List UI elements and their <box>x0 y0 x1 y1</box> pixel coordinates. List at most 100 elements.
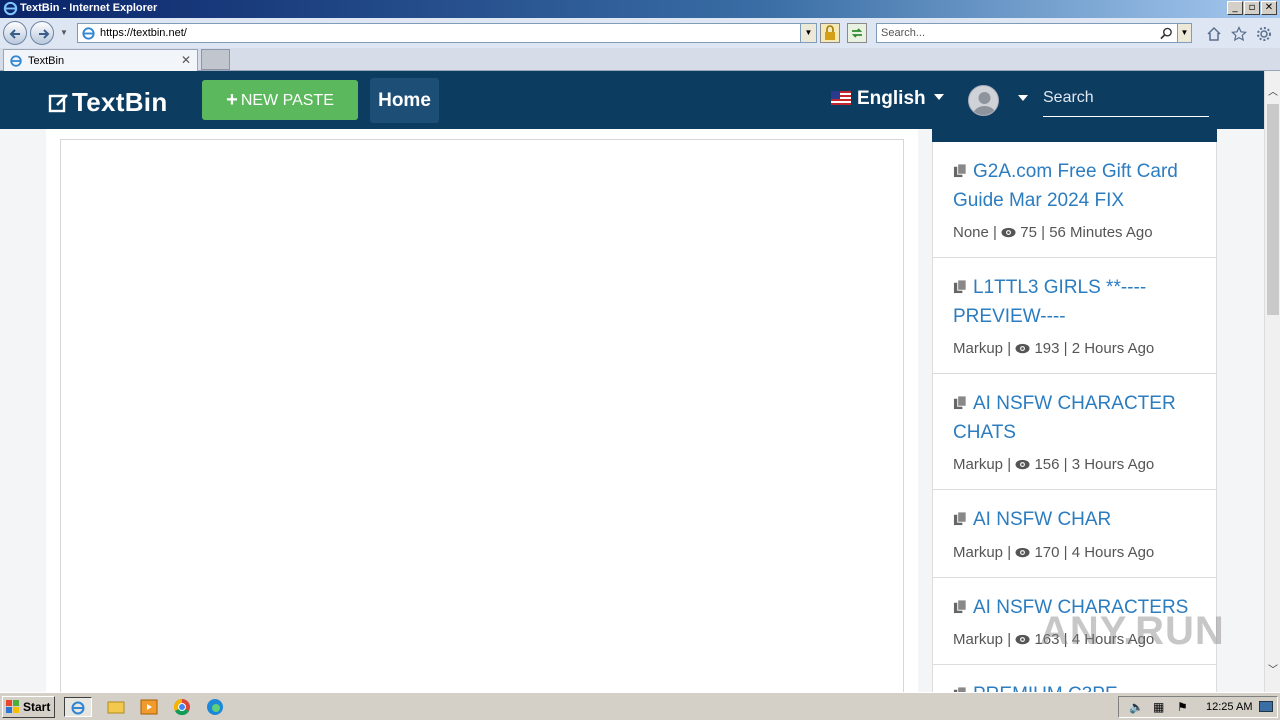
window-title: TextBin - Internet Explorer <box>20 2 158 14</box>
back-button[interactable] <box>3 21 27 45</box>
chrome-icon[interactable] <box>170 697 194 717</box>
folder-icon[interactable] <box>104 697 128 717</box>
copy-icon <box>953 279 967 294</box>
page-scrollbar[interactable]: ︿ ﹀ <box>1264 71 1280 692</box>
paste-age: 56 Minutes Ago <box>1049 224 1153 241</box>
paste-views: 75 <box>1020 224 1037 241</box>
maximize-button[interactable]: ▫ <box>1244 1 1260 15</box>
plus-icon: + <box>226 89 238 111</box>
minimize-button[interactable]: _ <box>1227 1 1243 15</box>
eye-icon <box>1015 634 1030 645</box>
paste-title-link[interactable]: PREMIUM C3PE KONTEN 2024 <box>953 681 1196 692</box>
paste-meta: None | 75 | 56 Minutes Ago <box>953 224 1153 241</box>
start-button[interactable]: Start <box>2 696 55 718</box>
paste-title-link[interactable]: AI NSFW CHARACTER CHATS <box>953 390 1196 447</box>
paste-title: AI NSFW CHAR <box>973 509 1112 530</box>
language-selector[interactable]: English <box>831 88 944 110</box>
site-search-input[interactable]: Search <box>1043 83 1209 117</box>
paste-age: 2 Hours Ago <box>1071 340 1155 357</box>
paste-item: G2A.com Free Gift Card Guide Mar 2024 FI… <box>932 142 1217 258</box>
flag-icon[interactable]: ⚑ <box>1177 700 1188 714</box>
window-titlebar: TextBin - Internet Explorer _ ▫ ✕ <box>0 0 1280 18</box>
close-window-button[interactable]: ✕ <box>1261 1 1277 15</box>
show-desktop-icon[interactable] <box>1259 701 1273 712</box>
ie-page-icon <box>82 27 95 40</box>
refresh-icon <box>851 28 863 38</box>
watermark: ANY.RUN <box>1040 609 1225 653</box>
paste-views: 193 <box>1034 340 1060 357</box>
address-url: https://textbin.net/ <box>100 27 187 39</box>
new-paste-button[interactable]: + NEW PASTE <box>202 80 358 120</box>
paste-title: L1TTL3 GIRLS **----PREVIEW---- <box>953 277 1147 327</box>
site-logo[interactable]: TextBin <box>48 87 168 117</box>
browser-search-box[interactable]: Search... ▼ <box>876 23 1192 43</box>
scroll-down-icon[interactable]: ﹀ <box>1265 663 1280 679</box>
paste-title-link[interactable]: AI NSFW CHAR <box>953 506 1196 535</box>
user-avatar-icon <box>973 92 996 115</box>
paste-item: PREMIUM C3PE KONTEN 2024 <box>932 665 1217 692</box>
paste-syntax: Markup <box>953 456 1004 473</box>
language-label: English <box>857 88 926 109</box>
paste-syntax: Markup <box>953 340 1004 357</box>
scroll-up-icon[interactable]: ︿ <box>1265 85 1280 101</box>
scrollbar-thumb[interactable] <box>1267 104 1279 315</box>
paste-age: 4 Hours Ago <box>1071 543 1155 561</box>
network-icon[interactable]: ▦ <box>1153 700 1164 714</box>
copy-icon <box>953 395 967 410</box>
paste-title-link[interactable]: L1TTL3 GIRLS **----PREVIEW---- <box>953 274 1196 331</box>
content-panel <box>46 129 918 692</box>
refresh-button[interactable] <box>847 23 867 43</box>
taskbar-clock: 12:25 AM <box>1206 701 1253 713</box>
back-arrow-icon <box>9 29 20 39</box>
new-tab-button[interactable] <box>201 49 230 70</box>
paste-views: 156 <box>1034 456 1060 473</box>
system-tray: 🔈 ▦ ⚑ <box>1118 696 1278 718</box>
eye-icon <box>1001 227 1016 238</box>
paste-syntax: Markup <box>953 631 1004 648</box>
tab-close-icon[interactable]: ✕ <box>181 53 191 67</box>
start-label: Start <box>23 700 51 714</box>
new-paste-label: NEW PASTE <box>240 92 334 109</box>
paste-syntax: Markup <box>953 543 1004 561</box>
settings-gear-icon[interactable] <box>1256 26 1272 42</box>
search-icon[interactable] <box>1160 27 1173 40</box>
ie-logo-icon <box>3 1 18 16</box>
eye-icon <box>1015 459 1030 470</box>
sidebar-header-strip <box>932 129 1217 142</box>
user-menu-chevron-icon[interactable] <box>1018 95 1028 101</box>
security-lock-button[interactable] <box>820 23 840 43</box>
eye-icon <box>1015 343 1030 354</box>
paste-editor[interactable] <box>60 139 904 692</box>
copy-icon <box>953 598 967 613</box>
search-dropdown-icon[interactable]: ▼ <box>1177 24 1191 42</box>
history-dropdown-icon[interactable]: ▼ <box>60 28 68 37</box>
paste-syntax: None <box>953 224 989 241</box>
tab-textbin[interactable]: TextBin ✕ <box>3 49 198 71</box>
favorites-star-icon[interactable] <box>1231 26 1247 42</box>
tab-label: TextBin <box>28 55 65 67</box>
paste-meta: Markup | 170 | 4 Hours Ago <box>953 543 1155 561</box>
ie-taskbar-icon <box>71 701 85 715</box>
ie-tab-icon <box>10 55 22 67</box>
address-bar[interactable]: https://textbin.net/ ▼ <box>77 23 817 43</box>
avatar[interactable] <box>968 85 999 116</box>
paste-title: G2A.com Free Gift Card Guide Mar 2024 FI… <box>953 161 1178 211</box>
edge-icon[interactable] <box>203 697 227 717</box>
eye-icon <box>1015 547 1030 557</box>
taskbar-ie-button[interactable] <box>64 697 92 717</box>
paste-title: AI NSFW CHARACTER CHATS <box>953 393 1176 443</box>
paste-item: AI NSFW CHAR Markup | 170 | 4 Hours Ago <box>932 490 1217 578</box>
media-player-icon[interactable] <box>137 697 161 717</box>
home-nav-button[interactable]: Home <box>370 78 439 123</box>
forward-button[interactable] <box>30 21 54 45</box>
browser-navbar: ▼ https://textbin.net/ ▼ Search... ▼ <box>0 18 1280 48</box>
us-flag-icon <box>831 91 851 105</box>
copy-icon <box>953 163 967 178</box>
volume-icon[interactable]: 🔈 <box>1129 700 1144 714</box>
copy-icon <box>953 511 967 526</box>
paste-item: AI NSFW CHARACTER CHATS Markup | 156 | 3 … <box>932 374 1217 490</box>
address-dropdown-icon[interactable]: ▼ <box>800 24 816 42</box>
home-icon[interactable] <box>1206 26 1222 42</box>
paste-meta: Markup | 193 | 2 Hours Ago <box>953 340 1155 357</box>
paste-title-link[interactable]: G2A.com Free Gift Card Guide Mar 2024 FI… <box>953 158 1196 215</box>
